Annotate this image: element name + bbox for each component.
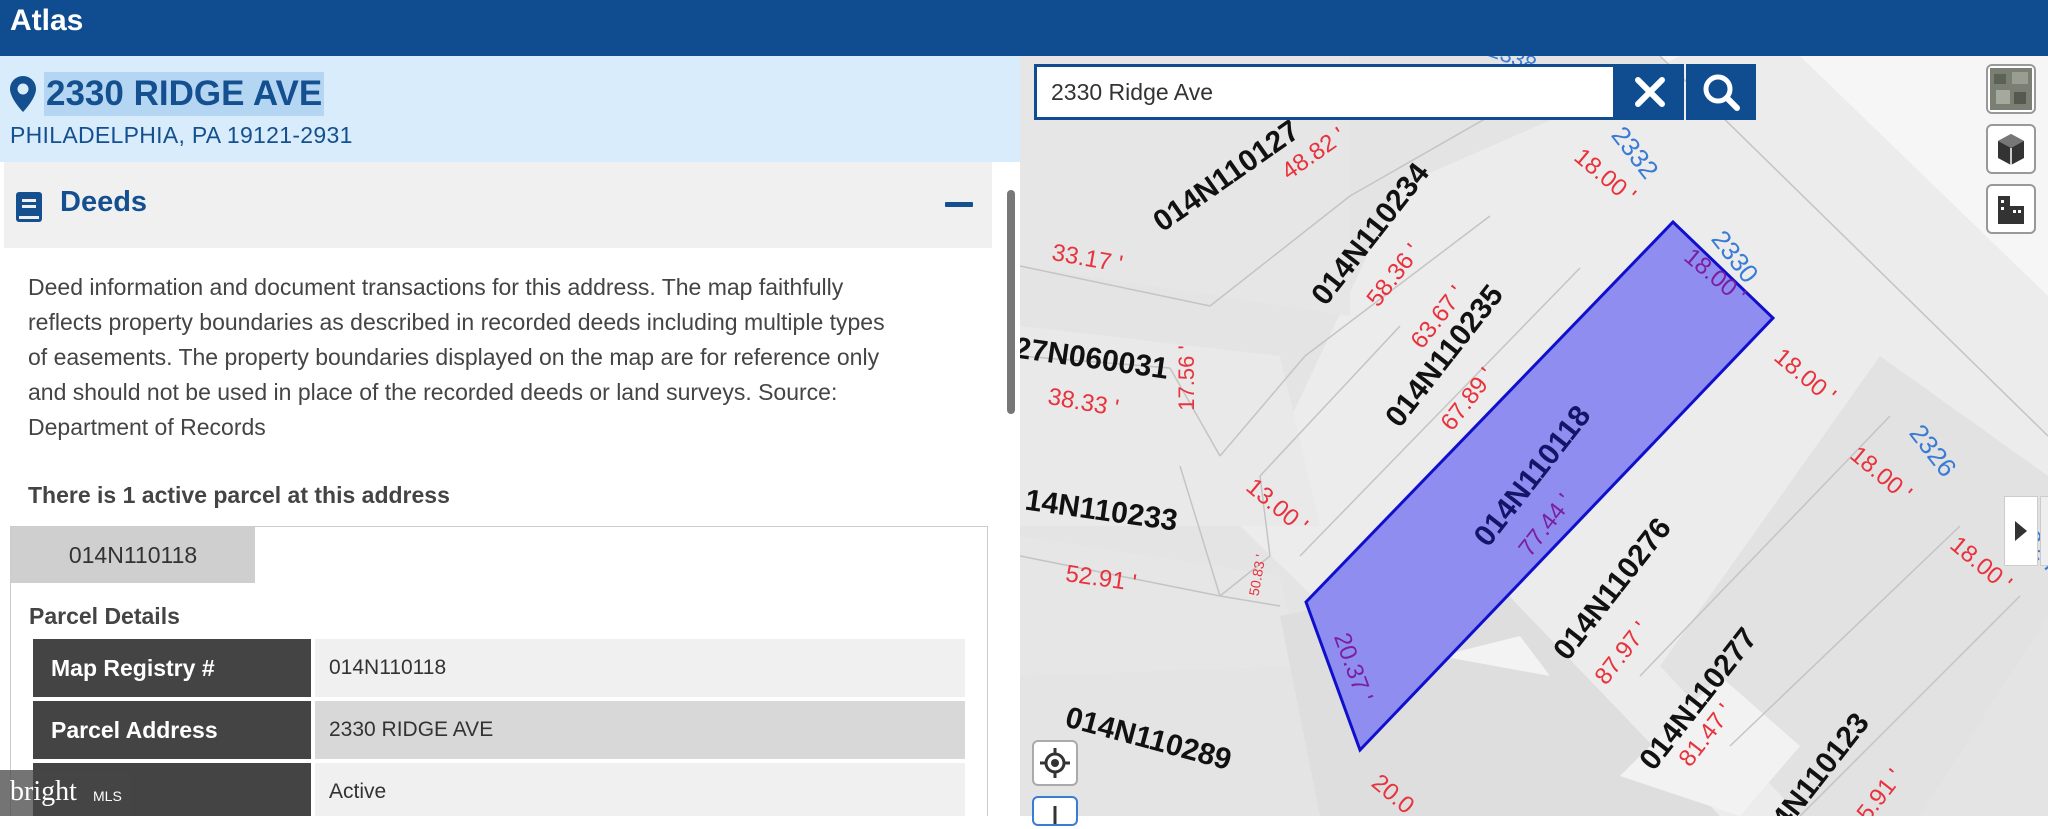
description-line: and should not be used in place of the r… bbox=[28, 379, 838, 405]
collapse-button[interactable] bbox=[942, 188, 976, 222]
map-marker-icon bbox=[10, 76, 36, 112]
description-line: Department of Records bbox=[28, 414, 266, 440]
map-search bbox=[1034, 64, 1756, 120]
table-row: Active bbox=[33, 763, 965, 816]
row-label: Parcel Address bbox=[33, 701, 311, 759]
parcel-details-title: Parcel Details bbox=[29, 603, 180, 629]
close-icon bbox=[1635, 77, 1665, 107]
bright-mls-watermark: bright MLS bbox=[0, 770, 130, 816]
zoom-in-button[interactable] bbox=[1032, 796, 1078, 826]
aerial-imagery-button[interactable] bbox=[1986, 64, 2036, 114]
deeds-description: Deed information and document transactio… bbox=[28, 270, 968, 445]
parcel-map[interactable]: 014N110127 014N110234014N110235014N110118… bbox=[1020, 56, 2048, 816]
row-label: Map Registry # bbox=[33, 639, 311, 697]
table-row: Parcel Address 2330 RIDGE AVE bbox=[33, 701, 965, 759]
panel-scrollbar[interactable] bbox=[1007, 190, 1015, 414]
description-line: reflects property boundaries as describe… bbox=[28, 309, 885, 335]
app-title: Atlas bbox=[10, 4, 84, 37]
watermark-word: bright bbox=[10, 776, 77, 807]
deeds-section-header[interactable]: Deeds bbox=[4, 162, 992, 248]
aerial-imagery-icon bbox=[1990, 68, 2032, 110]
watermark-suffix: MLS bbox=[93, 788, 122, 804]
address-header: 2330 RIDGE AVE PHILADELPHIA, PA 19121-29… bbox=[0, 56, 1020, 162]
expand-panel-button[interactable] bbox=[2040, 496, 2048, 566]
table-row: Map Registry # 014N110118 bbox=[33, 639, 965, 697]
caret-right-icon bbox=[2015, 521, 2027, 541]
address-subtitle: PHILADELPHIA, PA 19121-2931 bbox=[10, 122, 353, 148]
info-panel: 2330 RIDGE AVE PHILADELPHIA, PA 19121-29… bbox=[0, 56, 1020, 816]
parcel-box: 014N110118 Parcel Details Map Registry #… bbox=[10, 526, 988, 816]
buildings-icon bbox=[1998, 196, 2024, 224]
row-value: 2330 RIDGE AVE bbox=[315, 701, 965, 759]
deeds-title: Deeds bbox=[60, 186, 148, 218]
expand-map-button[interactable] bbox=[2004, 496, 2038, 566]
locate-me-button[interactable] bbox=[1032, 740, 1078, 786]
row-value: 014N110118 bbox=[315, 639, 965, 697]
row-value: Active bbox=[315, 763, 965, 816]
3d-building-icon bbox=[1998, 134, 2024, 165]
description-line: Deed information and document transactio… bbox=[28, 274, 844, 300]
plus-icon bbox=[1053, 806, 1057, 824]
app-header: Atlas bbox=[0, 0, 2048, 56]
buildings-button[interactable] bbox=[1986, 184, 2036, 234]
panel-toggle bbox=[2004, 496, 2048, 566]
3d-view-button[interactable] bbox=[1986, 124, 2036, 174]
dimension-label: 17.56 ' bbox=[1174, 345, 1199, 410]
tab-parcel[interactable]: 014N110118 bbox=[11, 527, 255, 583]
minus-icon bbox=[945, 202, 973, 207]
search-icon bbox=[1703, 74, 1740, 111]
description-line: of easements. The property boundaries di… bbox=[28, 344, 880, 370]
search-input[interactable] bbox=[1034, 64, 1616, 120]
address-title: 2330 RIDGE AVE bbox=[44, 72, 325, 116]
search-button[interactable] bbox=[1686, 64, 1756, 120]
active-parcel-note: There is 1 active parcel at this address bbox=[28, 482, 450, 508]
locate-icon bbox=[1040, 748, 1070, 778]
caret-left-icon bbox=[2041, 497, 2048, 565]
book-icon bbox=[16, 192, 42, 222]
map-view[interactable]: 014N110127 014N110234 014N110235 014N110118… bbox=[1020, 56, 2048, 816]
clear-search-button[interactable] bbox=[1616, 64, 1684, 120]
